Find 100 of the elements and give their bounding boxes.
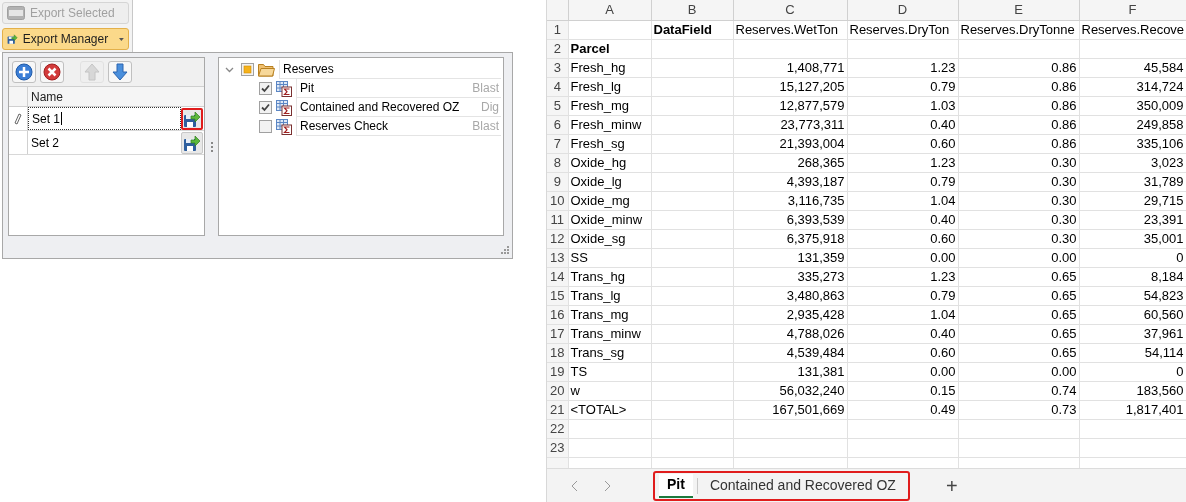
report-name: Reserves Check <box>300 118 389 135</box>
previous-sheet-icon[interactable] <box>571 479 579 492</box>
arrow-down-icon <box>112 63 128 81</box>
tree-report-item[interactable]: Contained and Recovered OZ Dig <box>296 98 501 117</box>
export-icon <box>183 134 201 152</box>
checkbox[interactable] <box>241 63 254 76</box>
table-cell: Fresh_lg <box>568 77 651 96</box>
table-cell: Oxide_minw <box>568 210 651 229</box>
table-cell: 12,877,579 <box>733 96 847 115</box>
table-cell: 0.00 <box>958 248 1079 267</box>
table-cell: 1,817,401 <box>1079 400 1186 419</box>
table-cell: 0.60 <box>847 343 958 362</box>
table-cell: 1.03 <box>847 96 958 115</box>
table-cell: Reserves.DryTon <box>847 20 958 39</box>
export-set-button[interactable] <box>181 108 203 130</box>
table-cell: Oxide_mg <box>568 191 651 210</box>
table-cell: 0.60 <box>847 134 958 153</box>
table-cell: 0.73 <box>958 400 1079 419</box>
delete-icon <box>43 63 61 81</box>
table-cell: 0.60 <box>847 229 958 248</box>
table-cell: 183,560 <box>1079 381 1186 400</box>
export-icon <box>183 110 201 128</box>
table-cell: Trans_lg <box>568 286 651 305</box>
table-cell: Trans_minw <box>568 324 651 343</box>
add-sheet-button[interactable]: + <box>945 475 958 496</box>
table-cell: 31,789 <box>1079 172 1186 191</box>
tree-report-item[interactable]: Pit Blast <box>296 79 501 98</box>
table-sum-icon <box>276 118 292 135</box>
table-cell: 1.04 <box>847 305 958 324</box>
delete-button[interactable] <box>40 61 64 83</box>
table-cell: 0.86 <box>958 115 1079 134</box>
checkbox[interactable] <box>259 101 272 114</box>
add-button[interactable] <box>12 61 36 83</box>
table-cell: 131,381 <box>733 362 847 381</box>
table-cell: 4,539,484 <box>733 343 847 362</box>
down-button[interactable] <box>108 61 132 83</box>
table-cell: 0.86 <box>958 58 1079 77</box>
table-cell: w <box>568 381 651 400</box>
table-cell: Fresh_mg <box>568 96 651 115</box>
export-set-button[interactable] <box>181 132 203 154</box>
table-cell: Trans_sg <box>568 343 651 362</box>
sheet-tab[interactable]: Contained and Recovered OZ <box>701 473 904 498</box>
table-cell: Fresh_hg <box>568 58 651 77</box>
table-cell: 350,009 <box>1079 96 1186 115</box>
table-cell: 2,935,428 <box>733 305 847 324</box>
table-cell: 60,560 <box>1079 305 1186 324</box>
table-cell: 54,823 <box>1079 286 1186 305</box>
table-cell: 0.49 <box>847 400 958 419</box>
table-cell: Trans_hg <box>568 267 651 286</box>
arrow-up-icon <box>84 63 100 81</box>
set-name-cell[interactable]: Set 2 <box>28 131 181 154</box>
table-cell: 335,106 <box>1079 134 1186 153</box>
table-cell: Reserves.WetTon <box>733 20 847 39</box>
table-cell: 131,359 <box>733 248 847 267</box>
table-cell: 8,184 <box>1079 267 1186 286</box>
table-cell: 56,032,240 <box>733 381 847 400</box>
column-header: Name <box>30 89 63 106</box>
table-cell: 0.86 <box>958 77 1079 96</box>
column-letter[interactable]: D <box>847 0 958 20</box>
set-name-cell[interactable]: Set 1 <box>28 107 181 130</box>
table-cell: 0.65 <box>958 324 1079 343</box>
table-cell: 0.86 <box>958 96 1079 115</box>
table-cell: <TOTAL> <box>568 400 651 419</box>
table-cell: 4,788,026 <box>733 324 847 343</box>
column-letter[interactable]: C <box>733 0 847 20</box>
table-cell: 0.65 <box>958 343 1079 362</box>
column-letter[interactable]: B <box>651 0 733 20</box>
table-cell: 3,023 <box>1079 153 1186 172</box>
export-manager-button[interactable]: Export Manager <box>2 28 129 50</box>
tree-folder-label[interactable]: Reserves <box>279 60 501 79</box>
table-cell: 4,393,187 <box>733 172 847 191</box>
table-cell: Reserves.DryTonne <box>958 20 1079 39</box>
table-cell: 54,114 <box>1079 343 1186 362</box>
table-cell: 23,773,311 <box>733 115 847 134</box>
table-cell: Oxide_hg <box>568 153 651 172</box>
column-letter[interactable]: E <box>958 0 1079 20</box>
collapse-chevron-icon[interactable] <box>225 65 234 74</box>
column-letter[interactable]: A <box>568 0 651 20</box>
table-cell: 1,408,771 <box>733 58 847 77</box>
column-letter[interactable]: F <box>1079 0 1186 20</box>
table-cell: 6,393,539 <box>733 210 847 229</box>
table-cell: 0.30 <box>958 191 1079 210</box>
report-name: Pit <box>300 80 314 97</box>
resize-grip-icon[interactable] <box>501 246 509 254</box>
table-cell: SS <box>568 248 651 267</box>
table-cell: Oxide_sg <box>568 229 651 248</box>
table-cell: 0.30 <box>958 229 1079 248</box>
table-cell: 15,127,205 <box>733 77 847 96</box>
table-cell: 167,501,669 <box>733 400 847 419</box>
tree-report-item[interactable]: Reserves Check Blast <box>296 117 501 136</box>
next-sheet-icon[interactable] <box>603 479 611 492</box>
table-cell: 0.00 <box>847 362 958 381</box>
checkbox[interactable] <box>259 120 272 133</box>
report-type: Blast <box>472 80 499 97</box>
table-cell: 3,480,863 <box>733 286 847 305</box>
table-cell: 335,273 <box>733 267 847 286</box>
sheet-tab[interactable]: Pit <box>659 473 693 498</box>
table-cell: 1.04 <box>847 191 958 210</box>
table-cell: 6,375,918 <box>733 229 847 248</box>
checkbox[interactable] <box>259 82 272 95</box>
